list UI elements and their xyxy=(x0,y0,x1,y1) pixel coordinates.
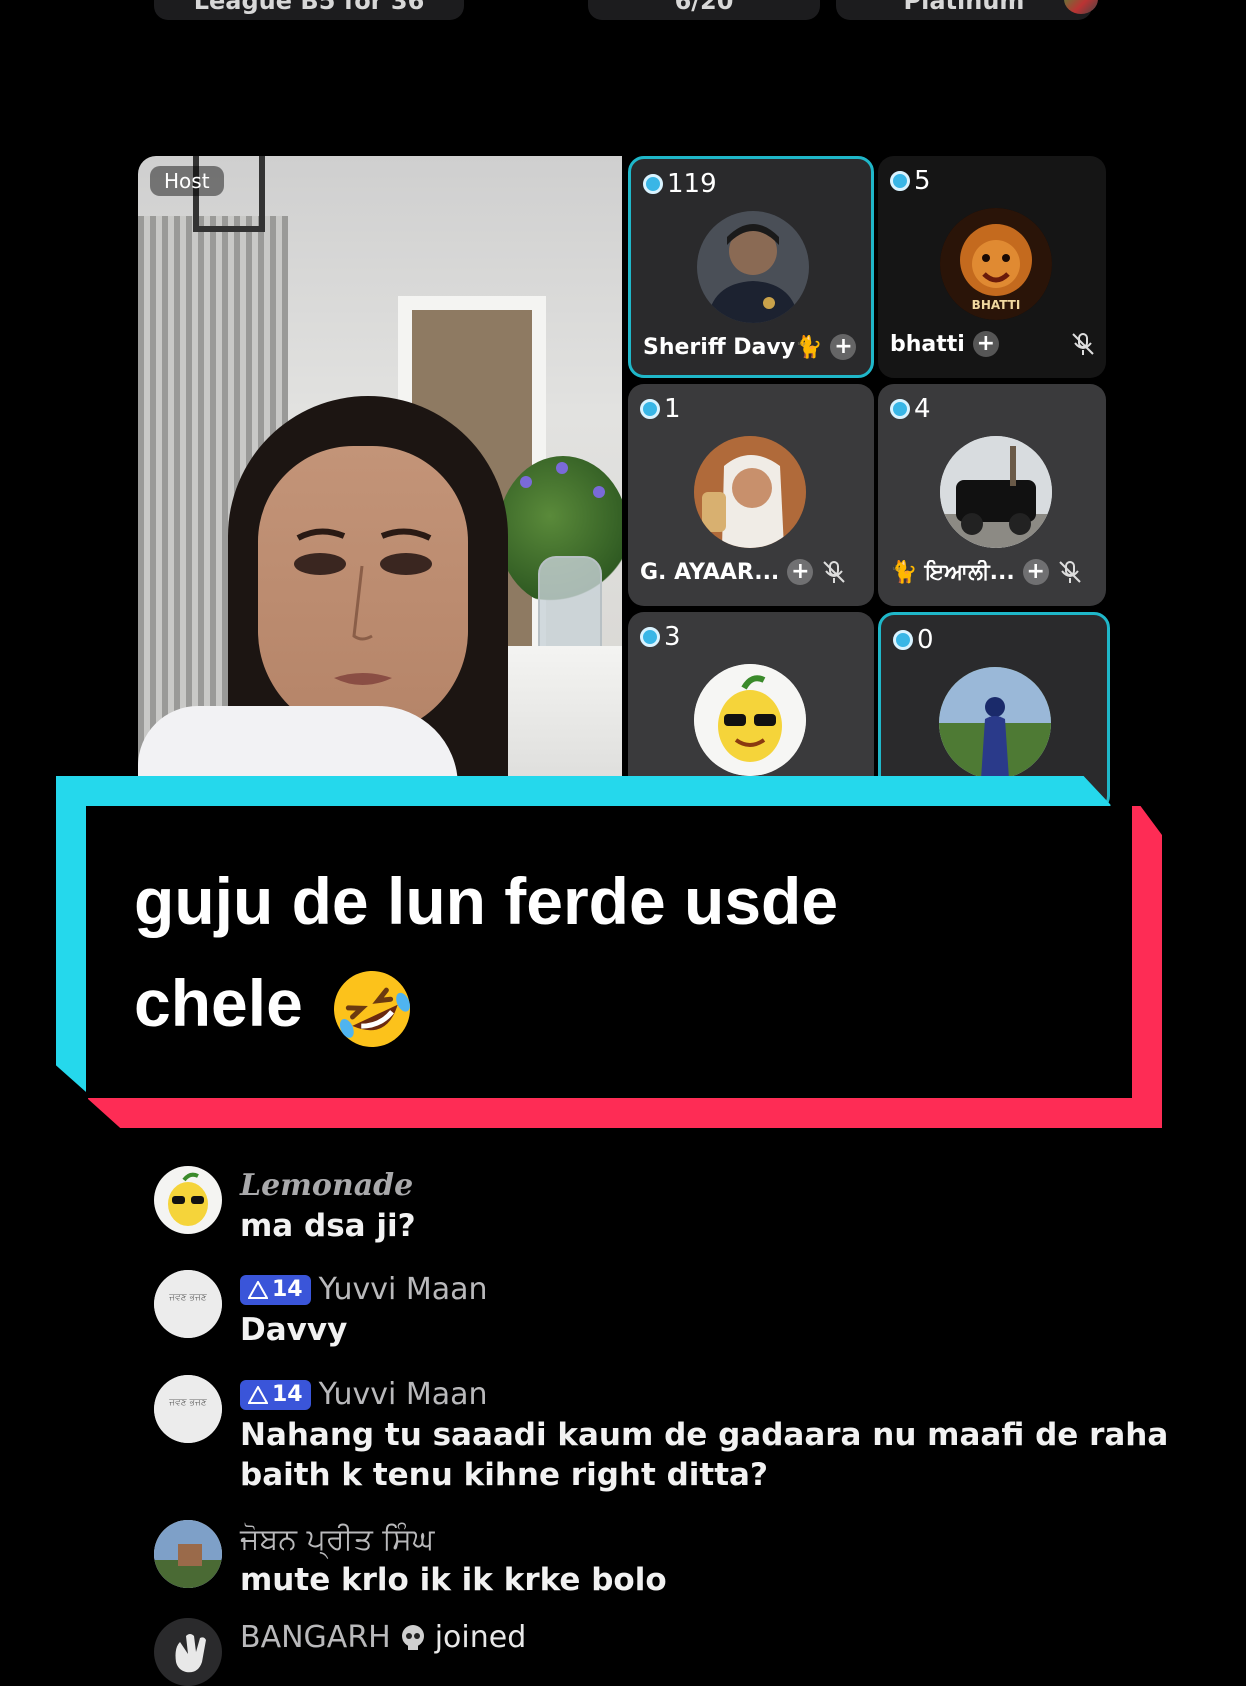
guest-avatar[interactable]: BHATTI xyxy=(940,208,1052,320)
follow-plus-icon[interactable]: + xyxy=(830,334,857,360)
host-video[interactable]: Host xyxy=(138,156,622,796)
gem-icon xyxy=(643,174,663,194)
guest-name: Sheriff Davy🐈 xyxy=(643,334,823,360)
caption-text: guju de lun ferde usde chele xyxy=(134,850,1034,1054)
avatar[interactable] xyxy=(154,1520,222,1588)
follow-plus-icon[interactable]: + xyxy=(972,331,999,357)
gem-count: 0 xyxy=(893,625,934,655)
guest-tile-bhatti[interactable]: 5 BHATTI bhatti + xyxy=(878,156,1106,378)
gem-count: 4 xyxy=(890,394,931,424)
flower xyxy=(556,462,568,474)
svg-text:ਜਵਣ ਭਜਣ: ਜਵਣ ਭਜਣ xyxy=(168,1293,207,1303)
guest-avatar[interactable] xyxy=(694,436,806,548)
chat-message[interactable]: ਜੋਬਨ ਪ੍ਰੀਤ ਸਿੰਘ mute krlo ik ik krke bol… xyxy=(154,1520,667,1600)
guest-avatar[interactable] xyxy=(940,436,1052,548)
guest-name: bhatti xyxy=(890,331,965,357)
host-badge: Host xyxy=(150,166,224,196)
gem-icon xyxy=(640,399,660,419)
gem-icon xyxy=(890,171,910,191)
count-text: 6/20 xyxy=(674,0,734,15)
gem-icon xyxy=(893,630,913,650)
rank-pill[interactable]: Platinum xyxy=(836,0,1098,20)
guest-name: G. AYAAR... xyxy=(640,559,780,585)
face-features xyxy=(294,528,432,685)
flower xyxy=(520,476,532,488)
chat-text: Nahang tu saaadi kaum de gadaara nu maaf… xyxy=(240,1417,1169,1453)
gem-count: 1 xyxy=(640,394,681,424)
guest-tile-iali[interactable]: 4 🐈 ਇਆਲੀ... + xyxy=(878,384,1106,606)
follow-plus-icon[interactable]: + xyxy=(1022,559,1049,585)
follow-plus-icon[interactable]: + xyxy=(787,559,814,585)
guest-tile-g-ayaar[interactable]: 1 G. AYAAR... + xyxy=(628,384,874,606)
chat-username[interactable]: ਜੋਬਨ ਪ੍ਰੀਤ ਸਿੰਘ xyxy=(240,1520,667,1560)
chat-text: ma dsa ji? xyxy=(240,1208,416,1244)
host-face xyxy=(258,446,468,736)
chat-message[interactable]: Lemonade ma dsa ji? xyxy=(154,1166,416,1246)
flower xyxy=(593,486,605,498)
participant-count-pill[interactable]: 6/20 xyxy=(588,0,820,20)
avatar[interactable] xyxy=(154,1166,222,1234)
gem-count: 3 xyxy=(640,622,681,652)
chat-join-notice: BANGARH joined xyxy=(154,1618,526,1686)
guest-tile-sheriff-davy[interactable]: 119 Sheriff Davy🐈 + xyxy=(628,156,874,378)
chat-text: Davvy xyxy=(240,1312,348,1348)
level-icon xyxy=(248,1281,268,1299)
gem-count: 5 xyxy=(890,166,931,196)
level-icon xyxy=(248,1386,268,1404)
wave-icon xyxy=(154,1618,222,1686)
skull-icon xyxy=(401,1625,424,1650)
chat-username[interactable]: 14 Yuvvi Maan xyxy=(240,1375,1168,1415)
mic-muted-icon xyxy=(823,561,846,583)
guest-name: 🐈 ਇਆਲੀ... xyxy=(890,559,1015,585)
joined-username[interactable]: BANGARH xyxy=(240,1618,391,1658)
chat-message[interactable]: ਜਵਣ ਭਜਣ 14 Yuvvi Maan Davvy xyxy=(154,1270,488,1350)
guest-avatar[interactable] xyxy=(697,211,809,323)
league-pill[interactable]: League B5 for 36 xyxy=(154,0,464,20)
chat-message[interactable]: ਜਵਣ ਭਜਣ 14 Yuvvi Maan Nahang tu saaadi k… xyxy=(154,1375,1168,1495)
laughing-emoji-icon xyxy=(334,970,411,1047)
gem-count: 119 xyxy=(643,169,717,199)
chat-username[interactable]: Lemonade xyxy=(240,1166,416,1206)
level-badge: 14 xyxy=(240,1275,311,1305)
chat-text-continued: baith k tenu kihne right ditta? xyxy=(240,1457,768,1493)
avatar[interactable]: ਜਵਣ ਭਜਣ xyxy=(154,1375,222,1443)
guest-avatar[interactable] xyxy=(694,664,806,776)
rank-text: Platinum xyxy=(903,0,1025,15)
level-badge: 14 xyxy=(240,1380,311,1410)
chat-text: mute krlo ik ik krke bolo xyxy=(240,1562,667,1598)
joined-label: joined xyxy=(434,1620,527,1655)
league-text: League B5 for 36 xyxy=(193,0,425,15)
mic-muted-icon xyxy=(1072,333,1094,355)
svg-text:ਜਵਣ ਭਜਣ: ਜਵਣ ਭਜਣ xyxy=(168,1398,207,1408)
caption-banner: guju de lun ferde usde chele xyxy=(86,806,1132,1098)
gem-icon xyxy=(890,399,910,419)
gem-icon xyxy=(640,627,660,647)
flag-icon xyxy=(1064,0,1098,14)
mic-muted-icon xyxy=(1058,561,1081,583)
svg-text:BHATTI: BHATTI xyxy=(972,298,1021,312)
chat-username[interactable]: 14 Yuvvi Maan xyxy=(240,1270,488,1310)
guest-avatar[interactable] xyxy=(939,667,1051,779)
avatar[interactable]: ਜਵਣ ਭਜਣ xyxy=(154,1270,222,1338)
